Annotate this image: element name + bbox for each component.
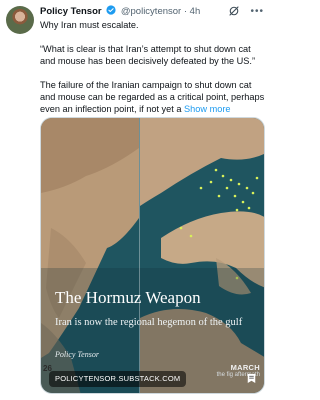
author-avatar[interactable] (6, 6, 34, 34)
image-split-divider (139, 118, 140, 393)
tweet-text-body: The failure of the Iranian campaign to s… (40, 79, 266, 116)
bookmark-icon[interactable] (247, 373, 256, 384)
author-name[interactable]: Policy Tensor (40, 6, 102, 17)
card-title: The Hormuz Weapon (55, 288, 201, 307)
link-preview-card[interactable]: The Hormuz Weapon Iran is now the region… (40, 117, 265, 394)
more-options-icon[interactable]: ••• (250, 7, 264, 17)
author-handle[interactable]: @policytensor (121, 6, 181, 17)
tweet-timestamp[interactable]: 4h (190, 6, 201, 17)
card-partial-month: MARCH (230, 363, 260, 372)
card-brand: Policy Tensor (55, 350, 99, 359)
tweet-text-body-content: The failure of the Iranian campaign to s… (40, 80, 265, 115)
show-more-link[interactable]: Show more (184, 104, 230, 114)
tweet-text-line-1: Why Iran must escalate. (40, 20, 139, 30)
card-domain-label[interactable]: POLICYTENSOR.SUBSTACK.COM (49, 371, 187, 387)
header-separator: · (183, 6, 188, 17)
grok-icon[interactable] (228, 5, 240, 17)
verified-badge-icon (106, 5, 116, 15)
tweet-text-quote: “What is clear is that Iran’s attempt to… (40, 44, 256, 67)
card-subtitle: Iran is now the regional hegemon of the … (55, 317, 243, 328)
